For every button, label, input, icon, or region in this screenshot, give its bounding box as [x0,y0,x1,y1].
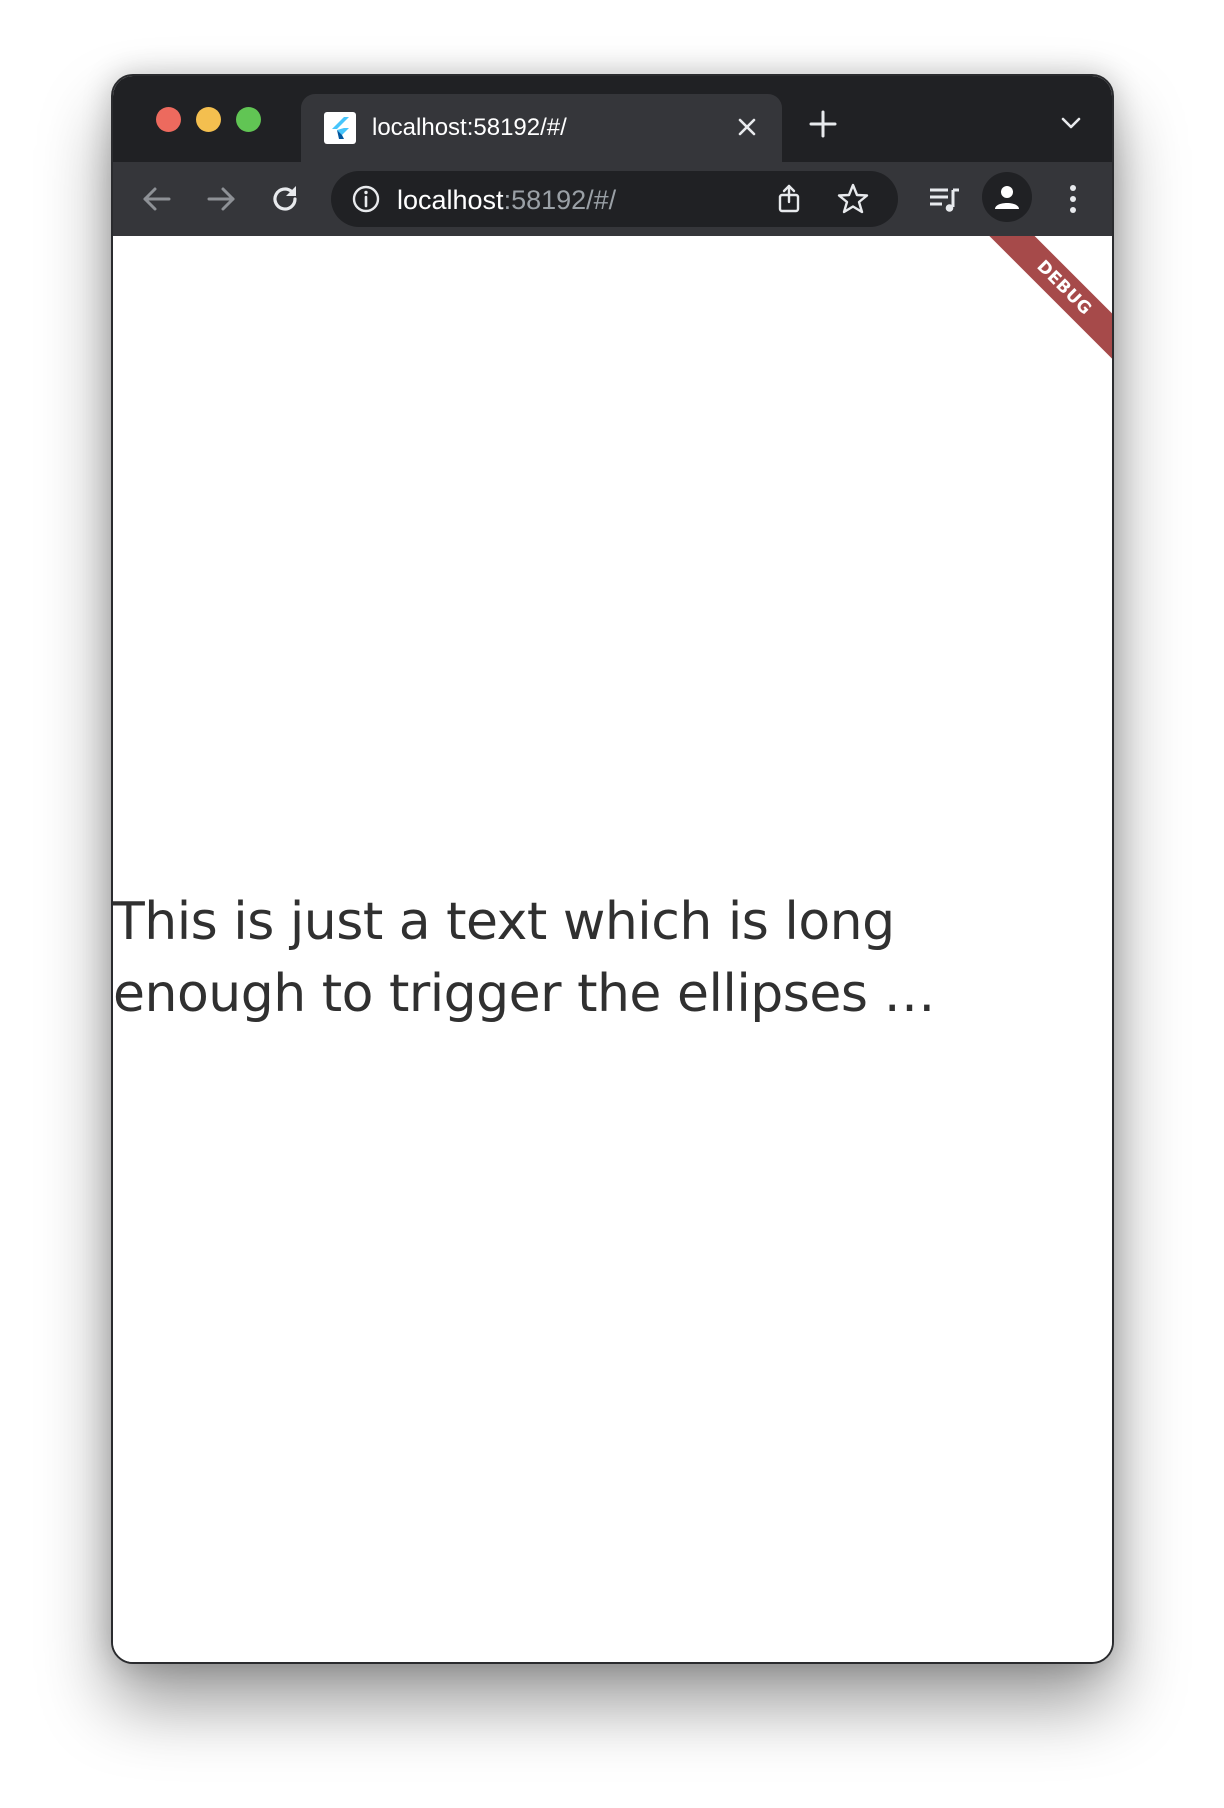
browser-tab[interactable]: localhost:58192/#/ [301,94,782,162]
page-content: DEBUG This is just a text which is long … [113,236,1112,1662]
tab-strip: localhost:58192/#/ [113,76,1112,162]
back-arrow-icon [143,187,171,211]
close-window-button[interactable] [156,107,181,132]
tab-search-button[interactable] [1054,106,1088,140]
tab-title: localhost:58192/#/ [372,114,567,141]
url-path: :58192/#/ [503,185,617,215]
reload-button[interactable] [263,177,307,221]
back-button[interactable] [135,177,179,221]
flutter-icon [324,112,356,144]
browser-window: localhost:58192/#/ localhost:58192/#/ DE… [111,74,1114,1664]
minimize-window-button[interactable] [196,107,221,132]
share-icon[interactable] [773,183,805,215]
url-host: localhost [397,185,504,215]
forward-arrow-icon [207,187,235,211]
forward-button[interactable] [199,177,243,221]
maximize-window-button[interactable] [236,107,261,132]
ellipsis-text: This is just a text which is long enough… [113,892,936,1024]
address-url[interactable]: localhost:58192/#/ [397,185,616,216]
menu-button[interactable] [1051,177,1095,221]
media-button[interactable] [922,177,966,221]
close-icon[interactable] [730,110,764,144]
profile-icon [995,186,1019,209]
star-icon[interactable] [836,182,870,216]
reload-icon [273,186,297,211]
debug-banner: DEBUG [981,236,1112,371]
chevron-down-icon [1061,117,1081,129]
media-queue-icon [930,188,959,212]
profile-button[interactable] [982,172,1032,222]
browser-toolbar: localhost:58192/#/ [113,162,1112,236]
info-icon[interactable] [351,184,381,214]
plus-icon [809,110,837,138]
new-tab-button[interactable] [801,102,845,146]
address-bar[interactable]: localhost:58192/#/ [331,171,898,227]
kebab-menu-icon [1070,185,1076,213]
